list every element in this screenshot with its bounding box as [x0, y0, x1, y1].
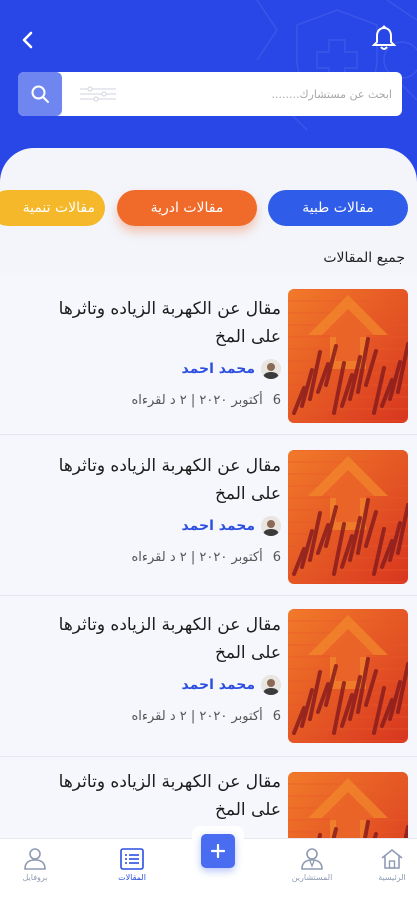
add-button[interactable] — [201, 834, 235, 868]
search-bar — [18, 72, 402, 116]
article-date-read: أكتوبر ٢٠٢٠ | ٢ د لقرءاه — [131, 393, 263, 408]
article-thumbnail — [288, 289, 408, 423]
bell-icon[interactable] — [371, 24, 397, 52]
article-title[interactable]: مقال عن الكهربة الزياده وتاثرها على المخ — [31, 295, 281, 351]
article-meta: 6 أكتوبر ٢٠٢٠ | ٢ د لقرءاه — [131, 393, 281, 408]
search-icon — [31, 85, 49, 103]
search-button[interactable] — [18, 72, 62, 116]
author-avatar — [261, 675, 281, 695]
author-avatar — [261, 516, 281, 536]
article-thumbnail — [288, 450, 408, 584]
article-title[interactable]: مقال عن الكهربة الزياده وتاثرها على المخ — [31, 768, 281, 824]
nav-home[interactable]: الرئيسية — [362, 847, 417, 882]
search-input[interactable] — [70, 72, 392, 116]
article-day: 6 — [272, 550, 281, 565]
nav-articles[interactable]: المقالات — [102, 847, 162, 882]
author-name: محمد احمد — [181, 518, 255, 534]
author-avatar — [261, 359, 281, 379]
author-name: محمد احمد — [181, 361, 255, 377]
category-development-button[interactable]: مقالات تنمية — [0, 190, 105, 226]
article-title[interactable]: مقال عن الكهربة الزياده وتاثرها على المخ — [31, 452, 281, 508]
article-author[interactable]: محمد احمد — [182, 516, 281, 536]
articles-list-icon — [120, 848, 144, 870]
article-day: 6 — [272, 393, 281, 408]
article-meta: 6 أكتوبر ٢٠٢٠ | ٢ د لقرءاه — [131, 709, 281, 724]
article-card[interactable]: مقال عن الكهربة الزياده وتاثرها على المخ… — [0, 597, 417, 757]
article-thumbnail — [288, 609, 408, 743]
nav-articles-label: المقالات — [118, 873, 146, 882]
nav-profile[interactable]: بروفايل — [5, 847, 65, 882]
author-name: محمد احمد — [181, 677, 255, 693]
category-administrative-button[interactable]: مقالات ادرية — [117, 190, 257, 226]
article-title[interactable]: مقال عن الكهربة الزياده وتاثرها على المخ — [31, 611, 281, 667]
nav-consultants[interactable]: المستشارين — [282, 847, 342, 882]
article-author[interactable]: محمد احمد — [182, 359, 281, 379]
home-icon — [381, 848, 403, 869]
profile-icon — [24, 848, 46, 870]
nav-home-label: الرئيسية — [378, 873, 406, 882]
article-card[interactable]: مقال عن الكهربة الزياده وتاثرها على المخ… — [0, 275, 417, 435]
article-day: 6 — [272, 709, 281, 724]
nav-profile-label: بروفايل — [22, 873, 48, 882]
article-card[interactable]: مقال عن الكهربة الزياده وتاثرها على المخ… — [0, 436, 417, 596]
plus-icon — [211, 844, 225, 858]
article-author[interactable]: محمد احمد — [182, 675, 281, 695]
article-date-read: أكتوبر ٢٠٢٠ | ٢ د لقرءاه — [131, 550, 263, 565]
article-date-read: أكتوبر ٢٠٢٠ | ٢ د لقرءاه — [131, 709, 263, 724]
back-chevron-icon[interactable] — [14, 26, 42, 54]
consultant-icon — [301, 848, 323, 870]
article-meta: 6 أكتوبر ٢٠٢٠ | ٢ د لقرءاه — [131, 550, 281, 565]
category-medical-button[interactable]: مقالات طبية — [268, 190, 408, 226]
section-title: جميع المقالات — [323, 250, 405, 266]
nav-consultants-label: المستشارين — [291, 873, 333, 882]
